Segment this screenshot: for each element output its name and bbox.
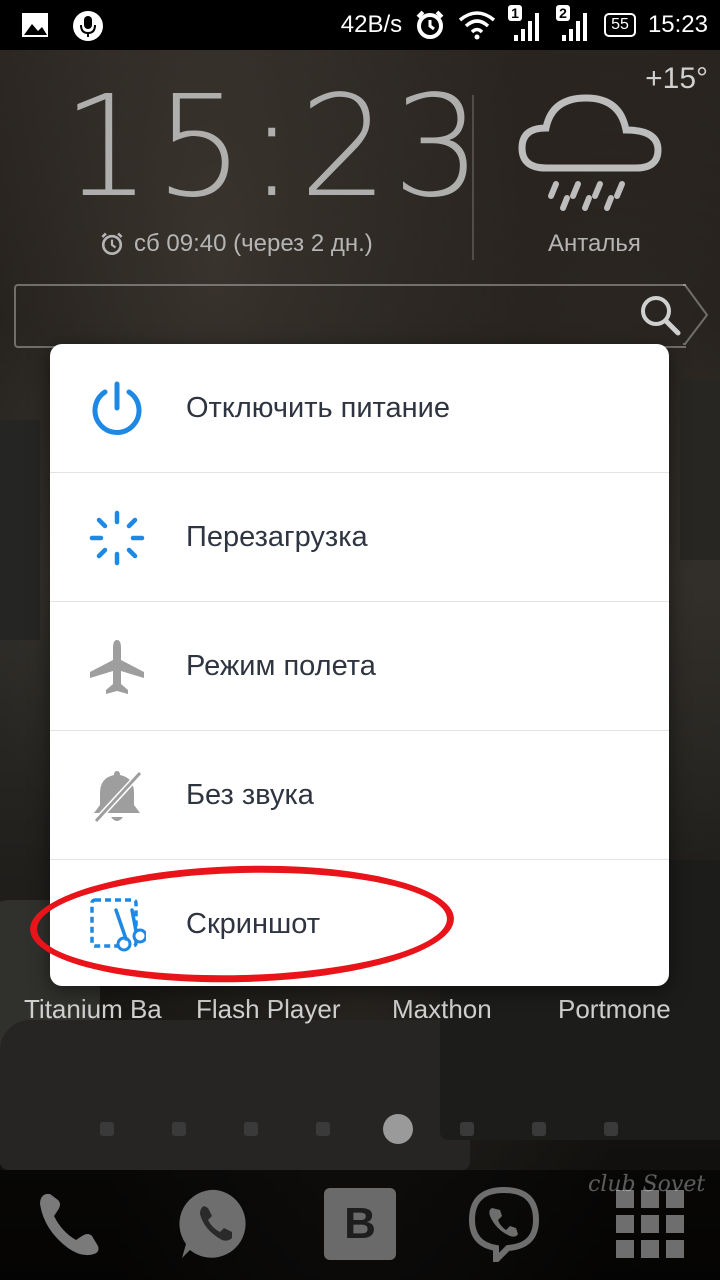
menu-item-label: Без звука bbox=[186, 779, 314, 811]
menu-item-reboot[interactable]: Перезагрузка bbox=[50, 473, 669, 601]
menu-item-silent[interactable]: Без звука bbox=[50, 731, 669, 859]
app-label-maxthon[interactable]: Maxthon bbox=[392, 994, 492, 1025]
page-dot[interactable] bbox=[100, 1122, 114, 1136]
menu-item-airplane-mode[interactable]: Режим полета bbox=[50, 602, 669, 730]
airplane-icon bbox=[90, 640, 144, 694]
signal-icon bbox=[514, 13, 540, 41]
status-time: 15:23 bbox=[647, 11, 708, 38]
page-dot-active[interactable] bbox=[383, 1114, 413, 1144]
weather-city: Анталья bbox=[548, 230, 641, 257]
app-label-flash[interactable]: Flash Player bbox=[196, 994, 348, 1025]
microphone-icon bbox=[73, 11, 103, 41]
gallery-icon bbox=[22, 13, 48, 37]
viber-icon[interactable] bbox=[466, 1186, 542, 1262]
vk-icon[interactable]: B bbox=[324, 1188, 396, 1260]
app-label-portmone[interactable]: Portmone bbox=[558, 994, 671, 1025]
page-dot[interactable] bbox=[316, 1122, 330, 1136]
search-bar-tip bbox=[683, 284, 709, 345]
signal-sim2: 2 bbox=[556, 5, 592, 45]
app-label-titanium[interactable]: Titanium Ba bbox=[24, 994, 186, 1025]
page-indicator bbox=[100, 1112, 620, 1144]
whatsapp-icon[interactable] bbox=[178, 1186, 254, 1262]
page-dot[interactable] bbox=[172, 1122, 186, 1136]
watermark: club Sovet bbox=[588, 1172, 706, 1197]
silent-icon bbox=[91, 768, 145, 825]
search-bar[interactable] bbox=[14, 284, 686, 348]
next-alarm[interactable]: сб 09:40 (через 2 дн.) bbox=[98, 230, 373, 258]
phone-icon[interactable] bbox=[32, 1186, 108, 1262]
signal-sim1: 1 bbox=[508, 5, 544, 45]
apps-grid-icon[interactable] bbox=[612, 1186, 688, 1262]
menu-item-label: Отключить питание bbox=[186, 392, 450, 424]
power-icon bbox=[92, 381, 142, 435]
rain-cloud-icon[interactable] bbox=[516, 86, 666, 216]
page-dot[interactable] bbox=[244, 1122, 258, 1136]
battery-icon: 55 bbox=[604, 13, 636, 37]
widget-divider bbox=[472, 95, 474, 260]
wifi-icon bbox=[459, 11, 496, 40]
network-speed: 42B/s bbox=[340, 11, 403, 38]
status-bar: 42B/s 1 2 55 15:23 bbox=[0, 0, 720, 50]
page-dot[interactable] bbox=[532, 1122, 546, 1136]
menu-item-label: Режим полета bbox=[186, 650, 376, 682]
search-icon[interactable] bbox=[638, 293, 682, 337]
widget-clock[interactable]: 15:23 bbox=[62, 78, 485, 218]
menu-item-power-off[interactable]: Отключить питание bbox=[50, 344, 669, 472]
menu-item-label: Перезагрузка bbox=[186, 521, 368, 553]
page-dot[interactable] bbox=[460, 1122, 474, 1136]
reboot-icon bbox=[89, 510, 145, 566]
page-dot[interactable] bbox=[604, 1122, 618, 1136]
alarm-text: сб 09:40 (через 2 дн.) bbox=[134, 230, 373, 257]
alarm-icon bbox=[101, 232, 123, 255]
signal-icon bbox=[562, 13, 588, 41]
alarm-icon bbox=[416, 10, 444, 39]
